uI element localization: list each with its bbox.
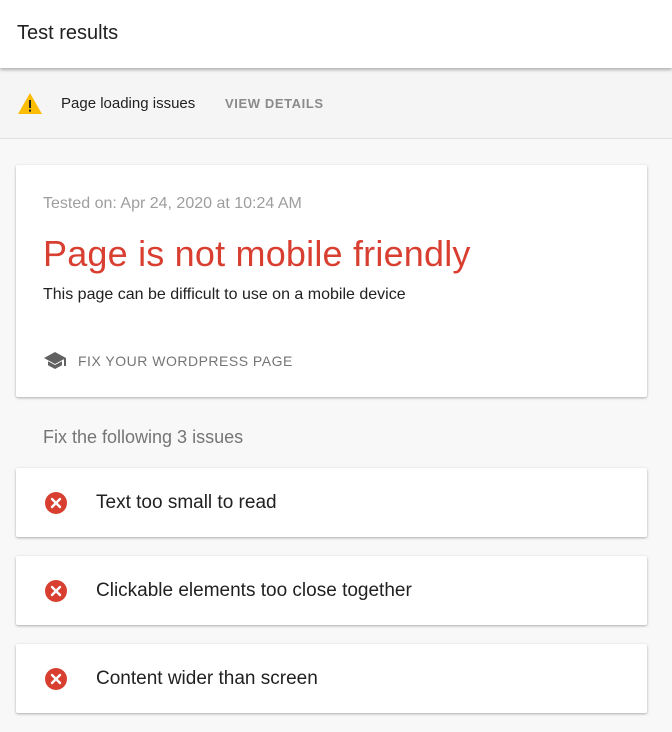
page-loading-warning-bar: Page loading issues VIEW DETAILS [0, 69, 672, 139]
fix-wordpress-page-label: FIX YOUR WORDPRESS PAGE [78, 353, 293, 369]
tested-on-timestamp: Tested on: Apr 24, 2020 at 10:24 AM [43, 195, 302, 212]
view-details-button[interactable]: VIEW DETAILS [225, 96, 324, 112]
issue-label: Clickable elements too close together [96, 580, 412, 601]
mobile-friendly-result-card: Tested on: Apr 24, 2020 at 10:24 AM Page… [16, 165, 647, 397]
error-circle-icon [45, 492, 67, 514]
result-description: This page can be difficult to use on a m… [43, 286, 406, 303]
page-title: Test results [17, 22, 119, 44]
issue-label: Content wider than screen [96, 668, 318, 689]
header-bar: Test results [0, 0, 672, 68]
issue-label: Text too small to read [96, 492, 277, 513]
issues-heading: Fix the following 3 issues [43, 427, 244, 447]
result-headline: Page is not mobile friendly [43, 233, 471, 274]
issue-item-content-wider-than-screen[interactable]: Content wider than screen [16, 644, 647, 713]
issue-item-clickable-elements-too-close[interactable]: Clickable elements too close together [16, 556, 647, 625]
fix-wordpress-page-link[interactable]: FIX YOUR WORDPRESS PAGE [43, 350, 293, 372]
warning-message: Page loading issues [61, 95, 196, 112]
error-circle-icon [45, 580, 67, 602]
graduation-cap-icon [44, 352, 66, 369]
issue-item-text-too-small[interactable]: Text too small to read [16, 468, 647, 537]
warning-icon [18, 93, 42, 114]
error-circle-icon [45, 668, 67, 690]
